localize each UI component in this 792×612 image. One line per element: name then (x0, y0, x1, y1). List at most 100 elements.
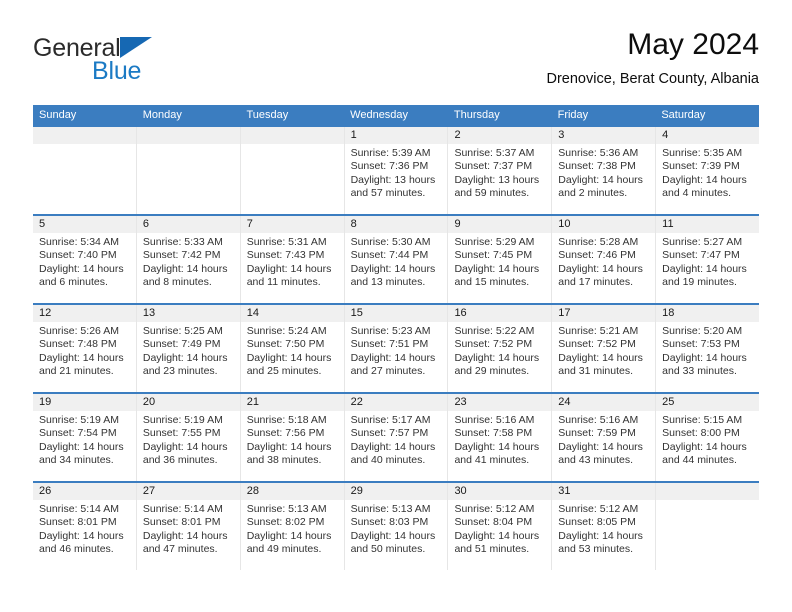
day-cell[interactable]: 20 Sunrise: 5:19 AM Sunset: 7:55 PM Dayl… (136, 394, 241, 481)
day-cell[interactable] (136, 127, 241, 214)
day-details (137, 144, 240, 147)
sunrise-text: Sunrise: 5:13 AM (246, 503, 327, 515)
day-cell[interactable]: 28 Sunrise: 5:13 AM Sunset: 8:02 PM Dayl… (240, 483, 345, 570)
day-number: 10 (552, 216, 656, 233)
sunrise-text: Sunrise: 5:36 AM (558, 147, 639, 159)
day-details: Sunrise: 5:16 AM Sunset: 7:59 PM Dayligh… (552, 411, 655, 467)
day-cell[interactable]: 26 Sunrise: 5:14 AM Sunset: 8:01 PM Dayl… (33, 483, 137, 570)
day-cell[interactable]: 1 Sunrise: 5:39 AM Sunset: 7:36 PM Dayli… (344, 127, 449, 214)
sunset-text: Sunset: 8:01 PM (142, 516, 221, 529)
day-number: 14 (240, 305, 344, 322)
day-cell[interactable]: 21 Sunrise: 5:18 AM Sunset: 7:56 PM Dayl… (240, 394, 345, 481)
sunset-text: Sunset: 7:38 PM (558, 160, 636, 173)
sunrise-text: Sunrise: 5:12 AM (558, 503, 639, 515)
day-number: 22 (344, 394, 448, 411)
day-number: 13 (136, 305, 240, 322)
day-cell[interactable]: 24 Sunrise: 5:16 AM Sunset: 7:59 PM Dayl… (552, 394, 657, 481)
sunrise-text: Sunrise: 5:37 AM (454, 147, 535, 159)
day-cell[interactable]: 27 Sunrise: 5:14 AM Sunset: 8:01 PM Dayl… (136, 483, 241, 570)
day-cell[interactable]: 8 Sunrise: 5:30 AM Sunset: 7:44 PM Dayli… (344, 216, 449, 303)
day-number: 18 (656, 305, 760, 322)
sunset-text: Sunset: 8:04 PM (454, 516, 533, 529)
sunset-text: Sunset: 7:50 PM (246, 338, 325, 351)
day-details: Sunrise: 5:12 AM Sunset: 8:05 PM Dayligh… (552, 500, 655, 556)
page-title: May 2024 (627, 28, 759, 61)
day-details: Sunrise: 5:29 AM Sunset: 7:45 PM Dayligh… (448, 233, 551, 289)
day-cell[interactable]: 30 Sunrise: 5:12 AM Sunset: 8:04 PM Dayl… (448, 483, 553, 570)
day-cell[interactable]: 10 Sunrise: 5:28 AM Sunset: 7:46 PM Dayl… (552, 216, 657, 303)
day-cell[interactable]: 7 Sunrise: 5:31 AM Sunset: 7:43 PM Dayli… (240, 216, 345, 303)
day-cell[interactable]: 25 Sunrise: 5:15 AM Sunset: 8:00 PM Dayl… (656, 394, 760, 481)
day-number: 30 (448, 483, 552, 500)
day-cell[interactable]: 23 Sunrise: 5:16 AM Sunset: 7:58 PM Dayl… (448, 394, 553, 481)
sunrise-text: Sunrise: 5:23 AM (350, 325, 431, 337)
sunrise-text: Sunrise: 5:20 AM (662, 325, 743, 337)
day-number: 27 (136, 483, 240, 500)
daylight-text: Daylight: 14 hours and 38 minutes. (246, 440, 332, 466)
sunset-text: Sunset: 7:51 PM (350, 338, 429, 351)
day-details: Sunrise: 5:26 AM Sunset: 7:48 PM Dayligh… (33, 322, 136, 378)
day-details: Sunrise: 5:19 AM Sunset: 7:54 PM Dayligh… (33, 411, 136, 467)
daylight-text: Daylight: 14 hours and 6 minutes. (39, 262, 124, 288)
day-cell[interactable] (656, 483, 760, 570)
day-cell[interactable]: 29 Sunrise: 5:13 AM Sunset: 8:03 PM Dayl… (344, 483, 449, 570)
day-cell[interactable]: 15 Sunrise: 5:23 AM Sunset: 7:51 PM Dayl… (344, 305, 449, 392)
sunrise-text: Sunrise: 5:14 AM (142, 503, 223, 515)
day-cell[interactable]: 14 Sunrise: 5:24 AM Sunset: 7:50 PM Dayl… (240, 305, 345, 392)
sunset-text: Sunset: 7:37 PM (454, 160, 533, 173)
day-cell[interactable]: 31 Sunrise: 5:12 AM Sunset: 8:05 PM Dayl… (552, 483, 657, 570)
sunrise-text: Sunrise: 5:28 AM (558, 236, 639, 248)
day-cell[interactable] (33, 127, 137, 214)
day-cell[interactable]: 5 Sunrise: 5:34 AM Sunset: 7:40 PM Dayli… (33, 216, 137, 303)
day-number (33, 127, 136, 144)
day-cell[interactable]: 9 Sunrise: 5:29 AM Sunset: 7:45 PM Dayli… (448, 216, 553, 303)
day-number: 11 (656, 216, 760, 233)
sunrise-text: Sunrise: 5:14 AM (39, 503, 119, 515)
day-cell[interactable]: 12 Sunrise: 5:26 AM Sunset: 7:48 PM Dayl… (33, 305, 137, 392)
sunset-text: Sunset: 7:46 PM (558, 249, 636, 262)
day-cell[interactable]: 13 Sunrise: 5:25 AM Sunset: 7:49 PM Dayl… (136, 305, 241, 392)
daylight-text: Daylight: 14 hours and 40 minutes. (350, 440, 436, 466)
day-number: 4 (656, 127, 760, 144)
day-cell[interactable]: 3 Sunrise: 5:36 AM Sunset: 7:38 PM Dayli… (552, 127, 657, 214)
sunrise-text: Sunrise: 5:24 AM (246, 325, 327, 337)
daylight-text: Daylight: 14 hours and 11 minutes. (246, 262, 332, 288)
day-details: Sunrise: 5:19 AM Sunset: 7:55 PM Dayligh… (137, 411, 240, 467)
day-cell[interactable]: 18 Sunrise: 5:20 AM Sunset: 7:53 PM Dayl… (656, 305, 760, 392)
day-number: 6 (136, 216, 240, 233)
sunrise-text: Sunrise: 5:16 AM (454, 414, 535, 426)
day-cell[interactable]: 19 Sunrise: 5:19 AM Sunset: 7:54 PM Dayl… (33, 394, 137, 481)
day-number: 26 (33, 483, 136, 500)
day-cell[interactable]: 2 Sunrise: 5:37 AM Sunset: 7:37 PM Dayli… (448, 127, 553, 214)
daylight-text: Daylight: 14 hours and 23 minutes. (142, 351, 228, 377)
sunset-text: Sunset: 7:49 PM (142, 338, 221, 351)
day-cell[interactable]: 17 Sunrise: 5:21 AM Sunset: 7:52 PM Dayl… (552, 305, 657, 392)
day-details: Sunrise: 5:31 AM Sunset: 7:43 PM Dayligh… (241, 233, 344, 289)
brand-logo[interactable]: General Blue (33, 36, 233, 92)
day-cell[interactable]: 6 Sunrise: 5:33 AM Sunset: 7:42 PM Dayli… (136, 216, 241, 303)
daylight-text: Daylight: 14 hours and 29 minutes. (454, 351, 540, 377)
sunset-text: Sunset: 8:03 PM (350, 516, 429, 529)
daylight-text: Daylight: 14 hours and 47 minutes. (142, 529, 228, 555)
day-cell[interactable]: 11 Sunrise: 5:27 AM Sunset: 7:47 PM Dayl… (656, 216, 760, 303)
sunrise-text: Sunrise: 5:16 AM (558, 414, 639, 426)
daylight-text: Daylight: 14 hours and 33 minutes. (662, 351, 747, 377)
weekday-saturday: Saturday (661, 109, 706, 121)
day-number: 9 (448, 216, 552, 233)
week-row: 1 Sunrise: 5:39 AM Sunset: 7:36 PM Dayli… (33, 125, 760, 214)
day-cell[interactable]: 16 Sunrise: 5:22 AM Sunset: 7:52 PM Dayl… (448, 305, 553, 392)
day-details: Sunrise: 5:24 AM Sunset: 7:50 PM Dayligh… (241, 322, 344, 378)
sunrise-text: Sunrise: 5:15 AM (662, 414, 743, 426)
day-cell[interactable]: 22 Sunrise: 5:17 AM Sunset: 7:57 PM Dayl… (344, 394, 449, 481)
day-cell[interactable] (240, 127, 345, 214)
day-number: 5 (33, 216, 136, 233)
daylight-text: Daylight: 13 hours and 59 minutes. (454, 173, 540, 199)
day-cell[interactable]: 4 Sunrise: 5:35 AM Sunset: 7:39 PM Dayli… (656, 127, 760, 214)
daylight-text: Daylight: 14 hours and 44 minutes. (662, 440, 747, 466)
day-number: 25 (656, 394, 760, 411)
sunset-text: Sunset: 8:05 PM (558, 516, 636, 529)
day-number: 24 (552, 394, 656, 411)
daylight-text: Daylight: 14 hours and 50 minutes. (350, 529, 436, 555)
sunset-text: Sunset: 7:57 PM (350, 427, 429, 440)
weekday-wednesday: Wednesday (350, 109, 409, 121)
